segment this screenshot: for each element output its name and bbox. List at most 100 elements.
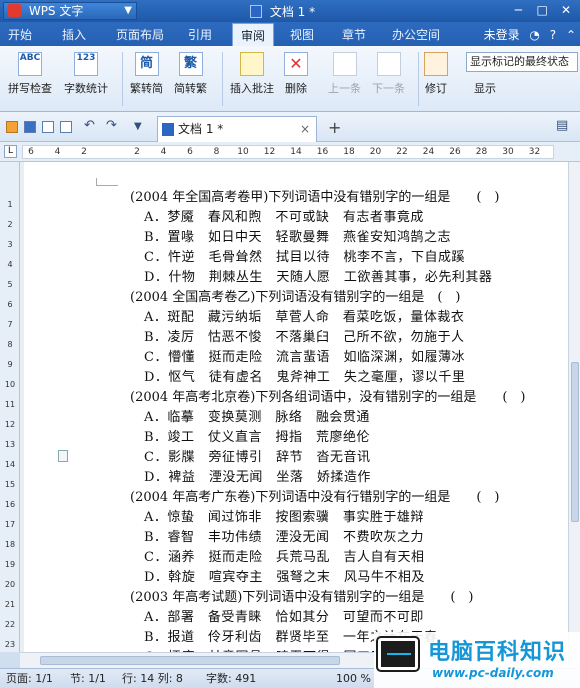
insert-comment-label: 插入批注 — [230, 82, 274, 95]
menu-bar: 开始 插入 页面布局 引用 审阅 视图 章节 办公空间 未登录 ◔ ? ⌃ — [0, 22, 580, 46]
print-icon[interactable] — [42, 121, 54, 133]
spellcheck-button[interactable]: ABC 拼写检查 — [8, 52, 52, 96]
answer-option: C．懵懂 挺而走险 流言蜚语 如临深渊，如履薄冰 — [144, 350, 465, 365]
traditional-icon: 繁 — [178, 52, 203, 76]
ruler-tick-label: 26 — [449, 147, 461, 157]
ruler-tick-label: 20 — [369, 147, 382, 157]
vruler-tick-label: 6 — [7, 300, 13, 309]
answer-option: B．凌厉 怙恶不悛 不落巢臼 己所不欲，勿施于人 — [144, 330, 465, 345]
track-changes-button[interactable]: 修订 — [424, 52, 448, 96]
document-tab[interactable]: 文档 1 * × — [157, 116, 317, 142]
scroll-thumb[interactable] — [571, 362, 579, 522]
app-name: WPS 文字 — [28, 4, 84, 18]
ruler-tick-label: 28 — [475, 147, 488, 157]
vruler-tick-label: 18 — [4, 540, 16, 549]
answer-option: A．斑配 藏污纳垢 草菅人命 看菜吃饭，量体裁衣 — [144, 310, 465, 325]
question-stem: (2004 全国高考卷乙)下列词语没有错别字的一组是 ( ) — [130, 290, 461, 305]
comment-icon — [240, 52, 264, 76]
spellcheck-icon: ABC — [18, 52, 42, 76]
ruler-tick-label: 2 — [81, 147, 87, 157]
show-markup-button[interactable]: 显示 — [474, 80, 496, 96]
wordcount-icon: 123 — [74, 52, 98, 76]
tab-review[interactable]: 审阅 — [232, 23, 275, 46]
vruler-tick-label: 22 — [4, 620, 16, 629]
prev-icon — [332, 52, 357, 76]
quick-access-toolbar: ↶ ↷ ▼ 文档 1 * × + ▤ — [0, 112, 580, 142]
close-tab-button[interactable]: × — [300, 117, 310, 141]
vruler-tick-label: 12 — [4, 420, 16, 429]
undo-icon[interactable]: ↶ — [84, 118, 95, 133]
next-label: 下一条 — [372, 82, 405, 95]
minimize-button[interactable]: ─ — [508, 3, 528, 17]
paste-options-icon[interactable] — [58, 450, 68, 462]
tab-insert[interactable]: 插入 — [62, 26, 86, 43]
section-indicator: 节: 1/1 — [70, 672, 106, 685]
new-doc-icon[interactable] — [6, 121, 18, 133]
tab-stop-selector[interactable]: L — [4, 145, 17, 158]
document-page[interactable]: (2004 年全国高考卷甲)下列词语中没有错别字的一组是 ( ) A．梦魇 春风和… — [24, 162, 568, 652]
scroll-thumb[interactable] — [40, 656, 340, 665]
ribbon: ABC 拼写检查 123 字数统计 简 繁转简 繁 简转繁 插入批注 ✕ 删除 … — [0, 46, 580, 112]
tab-references[interactable]: 引用 — [188, 26, 212, 43]
answer-option: A．部署 备受青睐 恰如其分 可望而不可即 — [144, 610, 424, 625]
help-icon[interactable]: ? — [550, 28, 556, 42]
chevron-down-icon[interactable]: ▼ — [134, 121, 142, 132]
skin-icon[interactable]: ◔ — [529, 28, 539, 42]
wps-menu-button[interactable]: WPS 文字 ▼ — [3, 2, 137, 20]
wordcount-label: 字数统计 — [64, 82, 108, 95]
next-comment-button[interactable]: 下一条 — [372, 52, 405, 96]
print-preview-icon[interactable] — [60, 121, 72, 133]
ruler-tick-label: 32 — [528, 147, 541, 157]
answer-option: B．竣工 仗义直言 拇指 荒廖绝伦 — [144, 430, 371, 445]
answer-option: C．涵养 挺而走险 兵荒马乱 吉人自有天相 — [144, 550, 425, 565]
close-button[interactable]: ✕ — [556, 3, 576, 17]
vruler-tick-label: 4 — [7, 260, 13, 269]
prev-comment-button[interactable]: 上一条 — [328, 52, 361, 96]
redo-icon[interactable]: ↷ — [106, 118, 117, 133]
simp-to-trad-button[interactable]: 繁 简转繁 — [174, 52, 207, 96]
ruler-tick-label: 12 — [263, 147, 276, 157]
tab-list-icon[interactable]: ▤ — [556, 118, 568, 133]
answer-option: B．睿智 丰功伟绩 湮没无闻 不费吹灰之力 — [144, 530, 425, 545]
delete-comment-button[interactable]: ✕ 删除 — [284, 52, 308, 96]
zoom-level[interactable]: 100 % — [336, 669, 371, 688]
tab-page-layout[interactable]: 页面布局 — [116, 26, 164, 43]
vruler-tick-label: 10 — [4, 380, 16, 389]
word-count-indicator[interactable]: 字数: 491 — [206, 669, 256, 688]
maximize-button[interactable]: □ — [532, 3, 552, 17]
ribbon-divider — [222, 52, 223, 106]
answer-option: C．影牒 旁征博引 辞节 沓无音讯 — [144, 450, 371, 465]
chevron-up-icon[interactable]: ⌃ — [566, 28, 576, 42]
insert-comment-button[interactable]: 插入批注 — [230, 52, 274, 96]
wordcount-button[interactable]: 123 字数统计 — [64, 52, 108, 96]
login-link[interactable]: 未登录 — [484, 28, 520, 42]
site-watermark: 电脑百科知识 www.pc-daily.com — [374, 632, 580, 688]
tab-view[interactable]: 视图 — [290, 26, 314, 43]
answer-option: C．忤逆 毛骨耸然 拭目以待 桃李不言，下自成蹊 — [144, 250, 465, 265]
vruler-tick-label: 5 — [7, 280, 13, 289]
answer-option: A．惊蛰 闻过饰非 按图索骥 事实胜于雄辩 — [144, 510, 424, 525]
vruler-tick-label: 11 — [4, 400, 16, 409]
tab-office-space[interactable]: 办公空间 — [392, 26, 440, 43]
markup-display-select[interactable]: 显示标记的最终状态 — [466, 52, 578, 72]
window-title: 文档 1 * — [250, 3, 315, 20]
trad-to-simp-label: 繁转简 — [130, 82, 163, 95]
tab-sections[interactable]: 章节 — [342, 26, 366, 43]
ruler-tick-label: 2 — [134, 147, 140, 157]
vruler-tick-label: 14 — [4, 460, 16, 469]
ruler-tick-label: 14 — [290, 147, 302, 157]
trad-to-simp-button[interactable]: 简 繁转简 — [130, 52, 163, 96]
ruler-tick-label: 6 — [28, 147, 34, 157]
delete-label: 删除 — [285, 82, 307, 95]
vertical-ruler: 1 2 3 4 5 6 7 8 9 10 11 12 13 14 15 16 17 18 19 20 21 22 23 — [0, 162, 20, 652]
vertical-scrollbar[interactable] — [568, 162, 580, 652]
row-col-indicator: 行: 14 列: 8 — [122, 672, 183, 685]
document-body[interactable]: (2004 年全国高考卷甲)下列词语中没有错别字的一组是 ( ) A．梦魇 春风和… — [130, 188, 550, 652]
monitor-logo-icon — [378, 638, 418, 670]
answer-option: D．裨益 湮没无闻 坐落 娇揉造作 — [144, 470, 371, 485]
save-icon[interactable] — [24, 121, 36, 133]
page-corner-mark — [96, 178, 118, 186]
new-tab-button[interactable]: + — [328, 118, 341, 137]
vruler-tick-label: 19 — [4, 560, 16, 569]
tab-home[interactable]: 开始 — [8, 26, 32, 43]
